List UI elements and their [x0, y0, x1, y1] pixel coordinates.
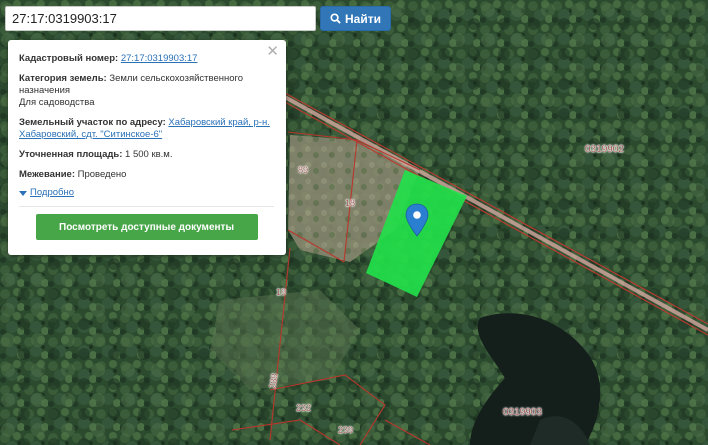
details-link[interactable]: Подробно — [30, 187, 74, 199]
survey-label: Межевание: — [19, 169, 75, 180]
search-input[interactable] — [5, 6, 316, 31]
parcel-label-18: 18 — [345, 198, 356, 208]
search-icon — [330, 13, 341, 24]
block-label-0319903: 0319903 — [503, 407, 542, 418]
category-use: Для садоводства — [19, 97, 95, 108]
search-button[interactable]: Найти — [320, 6, 391, 31]
address-label: Земельный участок по адресу: — [19, 117, 166, 128]
address-row: Земельный участок по адресу: Хабаровский… — [19, 117, 274, 141]
map-view[interactable]: 0319902 0319903 89 18 19 288 232 239 Най… — [0, 0, 708, 445]
parcel-info-popup: ✕ Кадастровый номер: 27:17:0319903:17 Ка… — [8, 40, 286, 255]
cadastral-row: Кадастровый номер: 27:17:0319903:17 — [19, 53, 274, 65]
search-bar: Найти — [5, 6, 391, 31]
cadastral-number-link[interactable]: 27:17:0319903:17 — [121, 53, 198, 64]
divider — [19, 206, 274, 207]
search-button-label: Найти — [345, 11, 381, 26]
block-label-0319902: 0319902 — [585, 144, 624, 155]
category-label: Категория земель: — [19, 73, 107, 84]
details-toggle[interactable]: Подробно — [19, 187, 274, 199]
view-documents-button[interactable]: Посмотреть доступные документы — [35, 214, 258, 240]
parcel-label-232: 232 — [296, 403, 312, 413]
cadastral-label: Кадастровый номер: — [19, 53, 119, 64]
survey-row: Межевание: Проведено — [19, 169, 274, 181]
parcel-label-89: 89 — [298, 165, 309, 175]
category-row: Категория земель: Земли сельскохозяйстве… — [19, 73, 274, 109]
area-row: Уточненная площадь: 1 500 кв.м. — [19, 149, 274, 161]
parcel-label-19: 19 — [276, 287, 287, 297]
area-label: Уточненная площадь: — [19, 149, 123, 160]
triangle-down-icon — [19, 190, 27, 196]
survey-value: Проведено — [77, 169, 127, 180]
parcel-label-239: 239 — [338, 425, 354, 435]
close-icon[interactable]: ✕ — [266, 44, 279, 59]
area-value: 1 500 кв.м. — [125, 149, 173, 160]
